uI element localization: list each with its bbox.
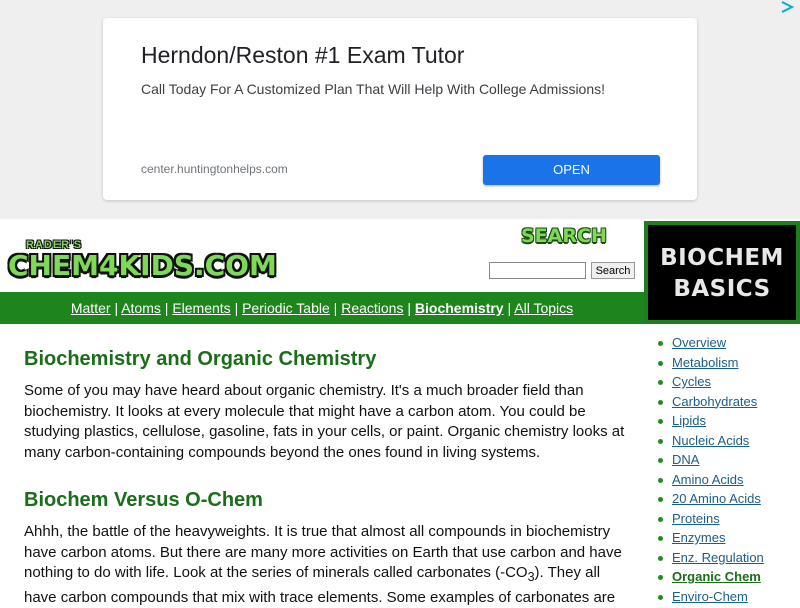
sidebar-item: Cycles xyxy=(654,372,800,392)
sidebar-item: Carbohydrates xyxy=(654,392,800,412)
banner-title: BIOCHEM BASICS xyxy=(648,243,796,305)
section-heading-biochem-organic: Biochemistry and Organic Chemistry xyxy=(24,348,377,370)
sidebar-link-cycles[interactable]: Cycles xyxy=(672,374,711,389)
sidebar-link-enviro-chem[interactable]: Enviro-Chem xyxy=(672,589,748,604)
nav-separator: | xyxy=(507,300,512,316)
nav-separator: | xyxy=(333,300,338,316)
ad-headline[interactable]: Herndon/Reston #1 Exam Tutor xyxy=(141,42,464,69)
sidebar-item: Enzymes xyxy=(654,528,800,548)
sidebar-link-dna[interactable]: DNA xyxy=(672,452,699,467)
nav-item-matter[interactable]: Matter xyxy=(71,300,111,316)
sidebar-item: Enz. Regulation xyxy=(654,548,800,568)
ad-strip: Herndon/Reston #1 Exam Tutor Call Today … xyxy=(0,0,800,219)
topic-sidebar: Overview Metabolism Cycles Carbohydrates… xyxy=(654,333,800,606)
sidebar-item: DNA xyxy=(654,450,800,470)
ad-subline[interactable]: Call Today For A Customized Plan That Wi… xyxy=(141,81,605,97)
sidebar-link-proteins[interactable]: Proteins xyxy=(672,511,720,526)
banner-inner: BIOCHEM BASICS xyxy=(648,225,796,320)
nav-item-elements[interactable]: Elements xyxy=(172,300,230,316)
nav-separator: | xyxy=(407,300,411,316)
section-banner: BIOCHEM BASICS xyxy=(644,221,800,324)
search-title: SEARCH xyxy=(521,225,607,247)
ad-choices-icon[interactable] xyxy=(779,0,795,14)
ad-url[interactable]: center.huntingtonhelps.com xyxy=(141,162,288,176)
sidebar-link-organic-chem[interactable]: Organic Chem xyxy=(672,569,761,584)
sidebar-link-enzyme-regulation[interactable]: Enz. Regulation xyxy=(672,550,764,565)
sidebar-item: Overview xyxy=(654,333,800,353)
sidebar-item: 20 Amino Acids xyxy=(654,489,800,509)
nav-item-atoms[interactable]: Atoms xyxy=(121,300,161,316)
nav-separator: | xyxy=(164,300,169,316)
nav-separator: | xyxy=(114,300,119,316)
topic-navbar: Matter | Atoms | Elements | Periodic Tab… xyxy=(0,292,644,324)
ad-open-button[interactable]: OPEN xyxy=(483,155,660,185)
banner-line-1: BIOCHEM xyxy=(660,245,784,271)
paragraph-versus-subscript: 3 xyxy=(527,570,535,584)
ad-card[interactable]: Herndon/Reston #1 Exam Tutor Call Today … xyxy=(103,18,697,200)
nav-item-periodic-table[interactable]: Periodic Table xyxy=(242,300,330,316)
sidebar-link-amino-acids[interactable]: Amino Acids xyxy=(672,472,744,487)
sidebar-item: Lipids xyxy=(654,411,800,431)
site-logo[interactable]: RADER'S CHEM4KIDS.COM xyxy=(8,239,277,285)
sidebar-link-overview[interactable]: Overview xyxy=(672,335,726,350)
site-header: RADER'S CHEM4KIDS.COM SEARCH Search xyxy=(0,219,644,292)
logo-main-text: CHEM4KIDS.COM xyxy=(8,249,277,282)
sidebar-item: Proteins xyxy=(654,509,800,529)
sidebar-link-metabolism[interactable]: Metabolism xyxy=(672,355,738,370)
search-input[interactable] xyxy=(489,262,586,279)
sidebar-item: Organic Chem xyxy=(654,567,800,587)
sidebar-item: Metabolism xyxy=(654,353,800,373)
sidebar-link-carbohydrates[interactable]: Carbohydrates xyxy=(672,394,757,409)
search-button[interactable]: Search xyxy=(591,262,635,279)
nav-item-all-topics[interactable]: All Topics xyxy=(514,300,573,316)
paragraph-versus: Ahhh, the battle of the heavyweights. It… xyxy=(24,522,630,608)
nav-item-biochemistry[interactable]: Biochemistry xyxy=(415,300,504,316)
section-heading-versus: Biochem Versus O-Chem xyxy=(24,489,263,511)
nav-item-reactions[interactable]: Reactions xyxy=(341,300,403,316)
banner-line-2: BASICS xyxy=(673,276,771,302)
sidebar-link-nucleic-acids[interactable]: Nucleic Acids xyxy=(672,433,749,448)
nav-separator: | xyxy=(234,300,239,316)
sidebar-item: Nucleic Acids xyxy=(654,431,800,451)
sidebar-item: Enviro-Chem xyxy=(654,587,800,607)
paragraph-intro: Some of you may have heard about organic… xyxy=(24,382,625,461)
main-content: Biochemistry and Organic Chemistry Some … xyxy=(24,348,630,608)
sidebar-link-20-amino-acids[interactable]: 20 Amino Acids xyxy=(672,491,761,506)
sidebar-link-enzymes[interactable]: Enzymes xyxy=(672,530,725,545)
sidebar-item: Amino Acids xyxy=(654,470,800,490)
sidebar-link-lipids[interactable]: Lipids xyxy=(672,413,706,428)
